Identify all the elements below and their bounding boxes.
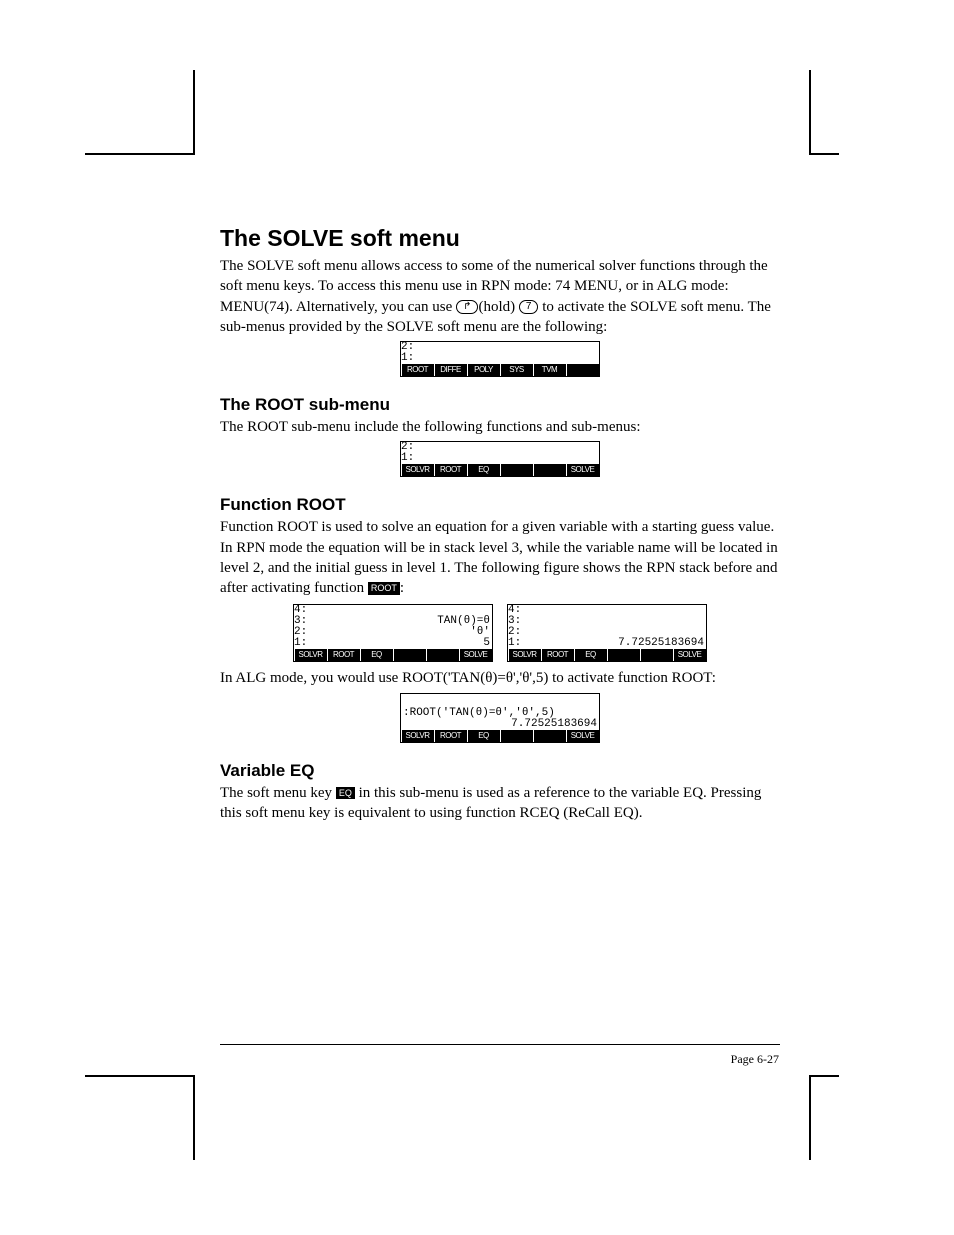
para-root-submenu: The ROOT sub-menu include the following … <box>220 417 780 437</box>
lcd-root-menu: 2: 1: SOLVR ROOT EQ SOLVE <box>400 441 600 477</box>
footer-rule <box>220 1044 780 1045</box>
stack-value <box>522 605 706 616</box>
softkey: EQ <box>575 649 607 661</box>
softkey: SOLVR <box>295 649 327 661</box>
lcd-alg: :ROOT('TAN(θ)=θ','θ',5) 7.72525183694 SO… <box>400 693 600 743</box>
softkey <box>641 649 673 661</box>
softkey: SOLVR <box>402 464 434 476</box>
text: The soft menu key <box>220 785 336 801</box>
softkey-row: SOLVR ROOT EQ SOLVE <box>401 730 599 742</box>
para-variable-eq: The soft menu key EQ in this sub-menu is… <box>220 783 780 824</box>
softkey <box>534 730 566 742</box>
softkey: EQ <box>468 730 500 742</box>
stack-value: 'θ' <box>308 627 492 638</box>
softkey: ROOT <box>435 464 467 476</box>
stack-label: 1: <box>401 353 415 364</box>
para-alg: In ALG mode, you would use ROOT('TAN(θ)=… <box>220 668 780 688</box>
softkey: TVM <box>534 364 566 376</box>
seven-key-icon: 7 <box>519 300 539 314</box>
alg-input: :ROOT('TAN(θ)=θ','θ',5) <box>401 708 599 719</box>
heading-solve: The SOLVE soft menu <box>220 225 780 252</box>
softkey <box>501 464 533 476</box>
crop-mark-br <box>809 1075 839 1160</box>
text: (hold) <box>478 299 518 315</box>
page-content: The SOLVE soft menu The SOLVE soft menu … <box>220 225 780 823</box>
softkey: SOLVE <box>674 649 706 661</box>
softkey <box>608 649 640 661</box>
text: : <box>400 580 404 596</box>
stack-label: 1: <box>508 638 522 649</box>
heading-function-root: Function ROOT <box>220 495 780 515</box>
shift-key-icon: ↱ <box>456 300 478 314</box>
softkey: EQ <box>361 649 393 661</box>
para-solve: The SOLVE soft menu allows access to som… <box>220 256 780 337</box>
softkey <box>567 364 599 376</box>
softkey-row: SOLVR ROOT EQ SOLVE <box>401 464 599 476</box>
heading-variable-eq: Variable EQ <box>220 761 780 781</box>
softkey: SOLVR <box>509 649 541 661</box>
stack-value: 7.72525183694 <box>522 638 706 649</box>
eq-label-icon: EQ <box>336 787 355 799</box>
softkey: SOLVE <box>460 649 492 661</box>
crop-mark-tl <box>85 70 195 155</box>
text: Function ROOT is used to solve an equati… <box>220 519 778 596</box>
softkey: ROOT <box>328 649 360 661</box>
para-function-root: Function ROOT is used to solve an equati… <box>220 517 780 598</box>
softkey: SOLVR <box>402 730 434 742</box>
softkey: SOLVE <box>567 464 599 476</box>
softkey <box>501 730 533 742</box>
softkey: POLY <box>468 364 500 376</box>
alg-result: 7.72525183694 <box>401 719 599 730</box>
stack-value <box>522 616 706 627</box>
softkey: ROOT <box>542 649 574 661</box>
root-label-icon: ROOT <box>368 582 400 594</box>
softkey <box>534 464 566 476</box>
softkey-row: ROOT DIFFE POLY SYS TVM <box>401 364 599 376</box>
stack-label: 1: <box>294 638 308 649</box>
softkey-row: SOLVR ROOT EQ SOLVE <box>294 649 492 661</box>
lcd-after: 4: 3: 2: 1:7.72525183694 SOLVR ROOT EQ S… <box>507 604 707 662</box>
softkey: SOLVE <box>567 730 599 742</box>
crop-mark-tr <box>809 70 839 155</box>
stack-value: TAN(θ)=θ <box>308 616 492 627</box>
page-number: Page 6-27 <box>731 1052 779 1067</box>
heading-root-submenu: The ROOT sub-menu <box>220 395 780 415</box>
lcd-before: 4: 3:TAN(θ)=θ 2:'θ' 1:5 SOLVR ROOT EQ SO… <box>293 604 493 662</box>
softkey-row: SOLVR ROOT EQ SOLVE <box>508 649 706 661</box>
softkey <box>427 649 459 661</box>
softkey: SYS <box>501 364 533 376</box>
softkey: ROOT <box>435 730 467 742</box>
lcd-solve-menu: 2: 1: ROOT DIFFE POLY SYS TVM <box>400 341 600 377</box>
softkey: ROOT <box>402 364 434 376</box>
softkey: DIFFE <box>435 364 467 376</box>
stack-label: 1: <box>401 453 415 464</box>
crop-mark-bl <box>85 1075 195 1160</box>
stack-value: 5 <box>308 638 492 649</box>
softkey: EQ <box>468 464 500 476</box>
softkey <box>394 649 426 661</box>
lcd-pair: 4: 3:TAN(θ)=θ 2:'θ' 1:5 SOLVR ROOT EQ SO… <box>220 604 780 662</box>
